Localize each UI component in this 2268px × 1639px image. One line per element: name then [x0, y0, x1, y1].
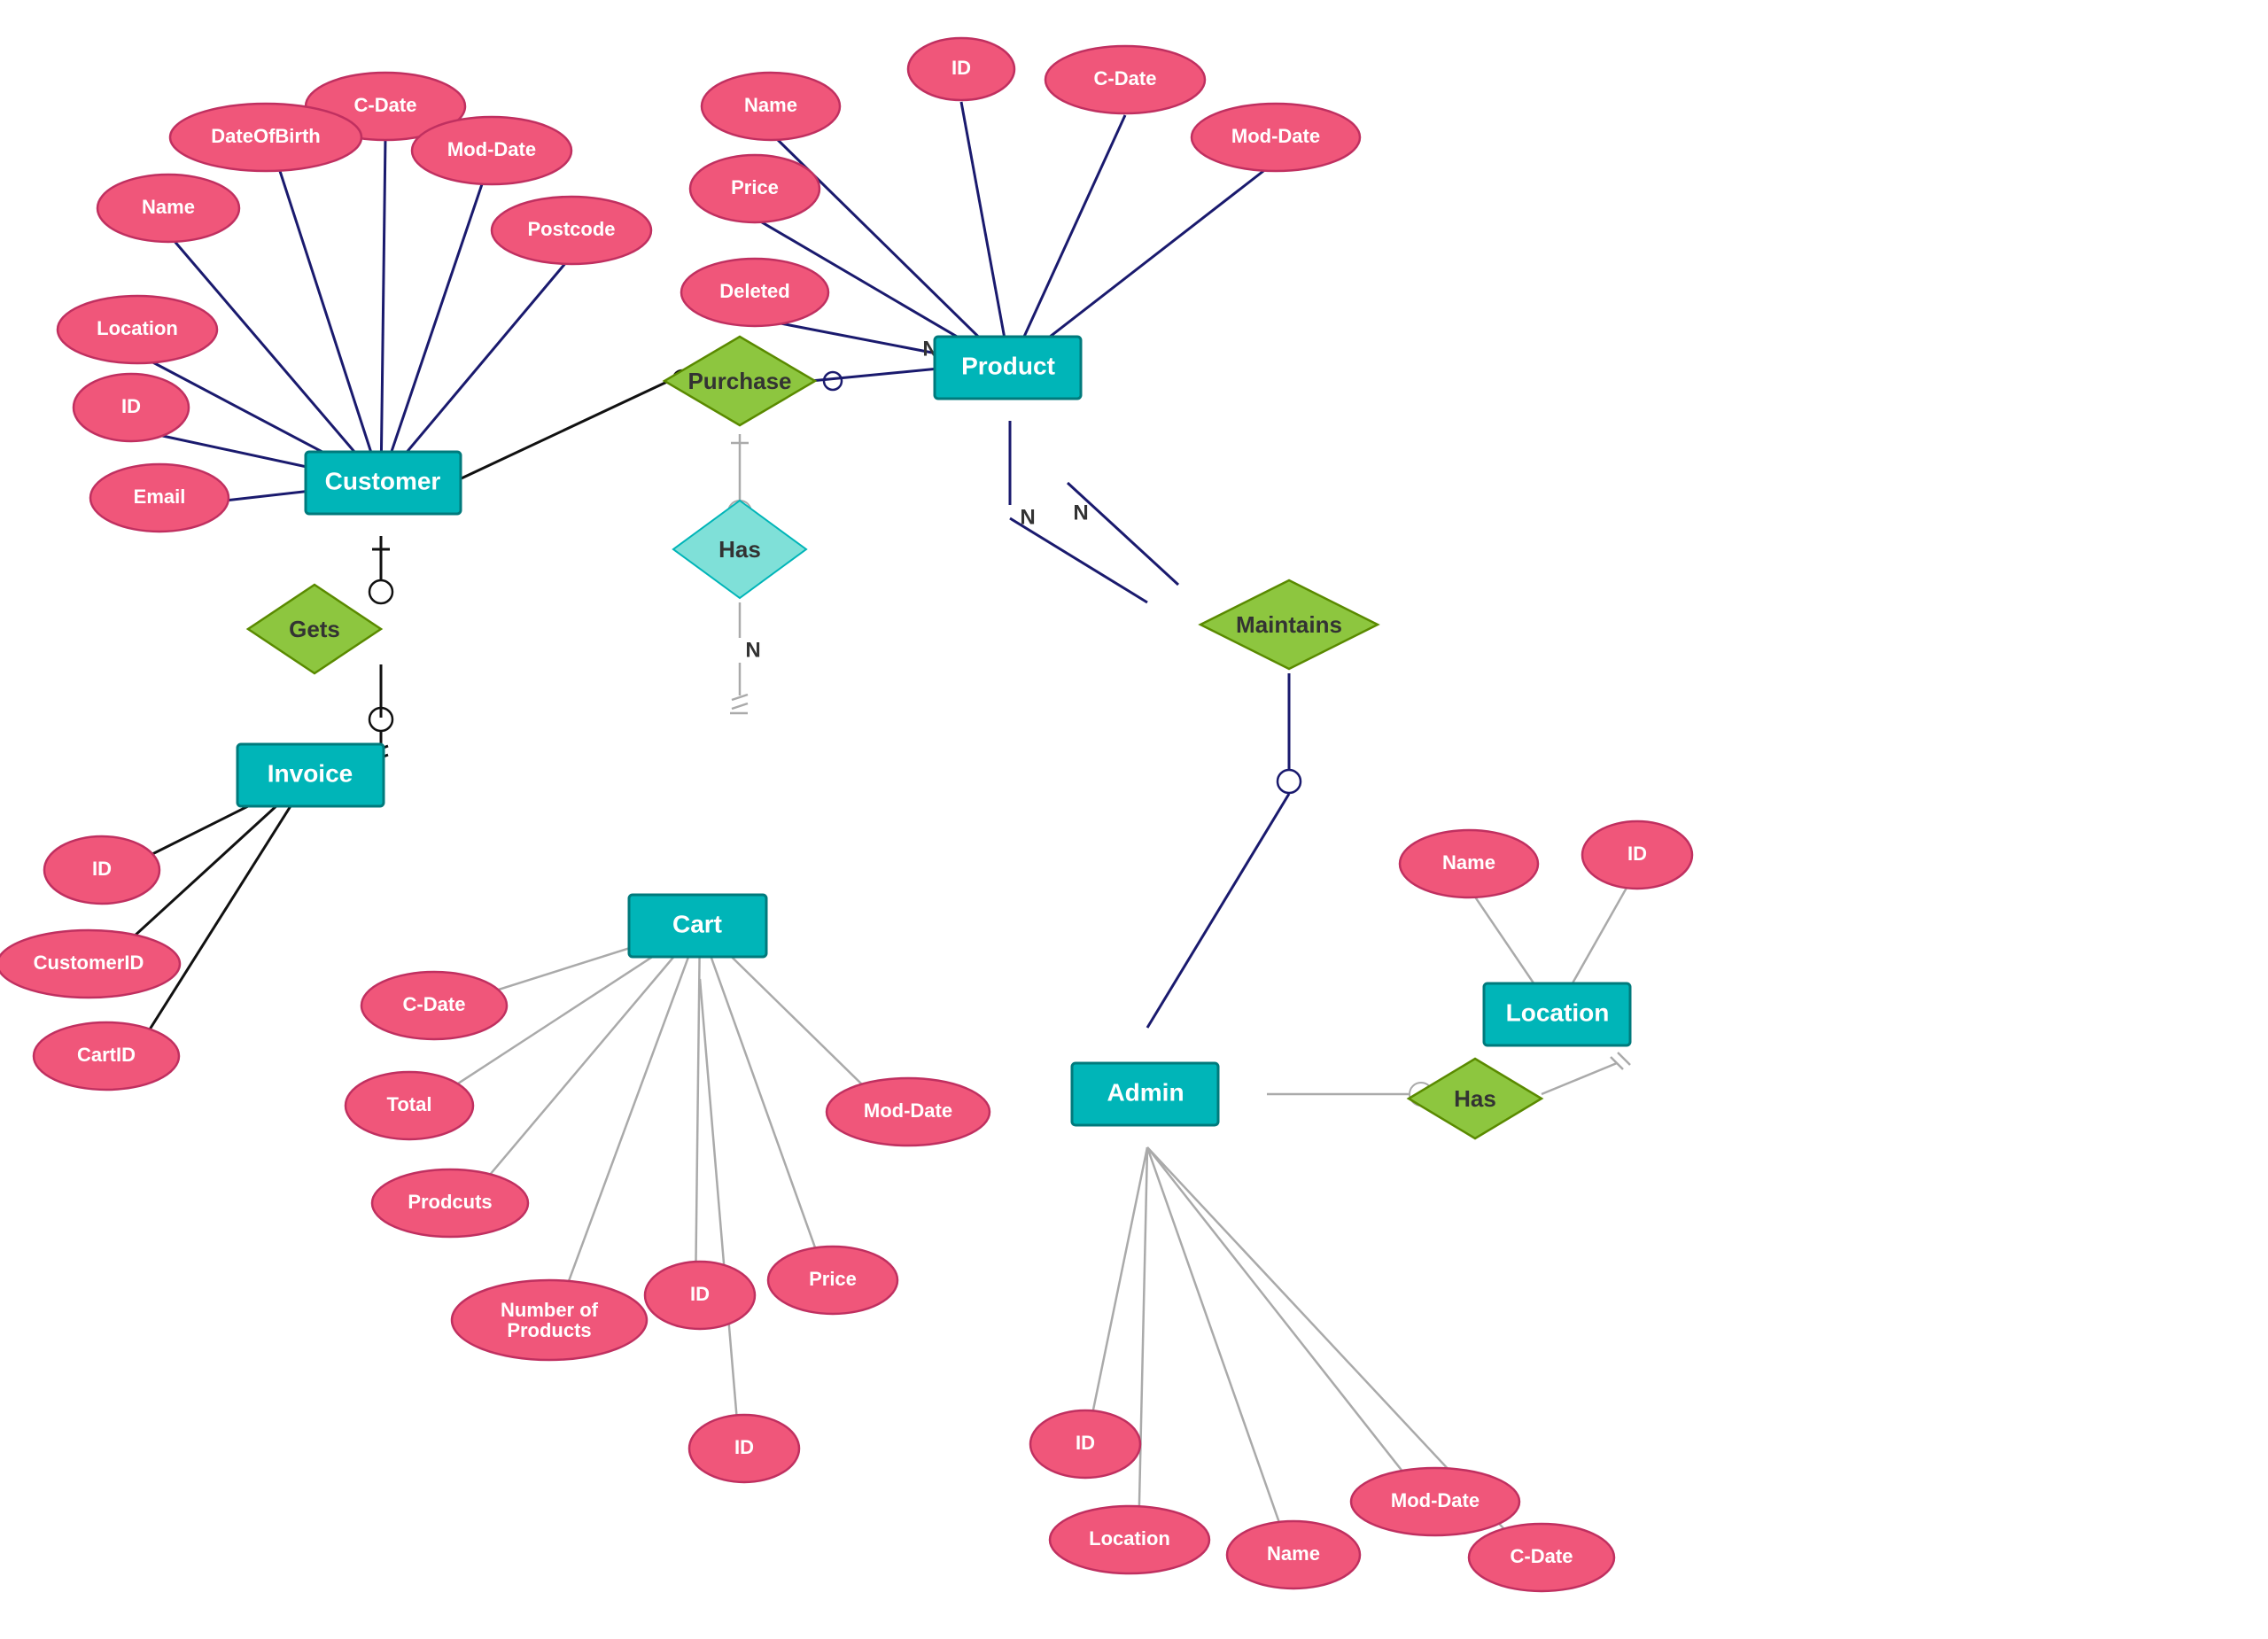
product-attr-deleted-label: Deleted [719, 280, 789, 302]
product-attr-cdate-label: C-Date [1094, 67, 1157, 89]
customer-attr-dob-label: DateOfBirth [211, 125, 320, 147]
product-attr-id-label: ID [951, 57, 971, 79]
product-attr-price-label: Price [731, 176, 779, 198]
location-attr-name-label: Name [1442, 851, 1495, 874]
invoice-attr-cartid-label: CartID [77, 1044, 136, 1066]
admin-attr-location-label: Location [1089, 1527, 1170, 1550]
customer-attr-moddate-label: Mod-Date [447, 138, 536, 160]
product-attr-moddate-label: Mod-Date [1231, 125, 1320, 147]
maintains-n-label: N [1073, 501, 1088, 524]
has2-label: Has [1454, 1085, 1496, 1112]
gets-label: Gets [289, 616, 340, 642]
invoice-attr-customerid-label: CustomerID [34, 952, 144, 974]
has-cart-n-label: N [745, 638, 760, 662]
invoice-entity-label: Invoice [268, 759, 353, 787]
cart-attr-price-label: Price [809, 1268, 857, 1290]
product-entity-label: Product [961, 352, 1055, 379]
cart-attr-cdate-label: C-Date [403, 993, 466, 1015]
customer-attr-postcode-label: Postcode [527, 218, 615, 240]
cart-attr-numproducts-label2: Products [507, 1319, 591, 1341]
customer-attr-cdate-label: C-Date [354, 94, 417, 116]
admin-attr-name-label: Name [1267, 1542, 1320, 1565]
cart-attr-id2-label: ID [734, 1436, 754, 1458]
customer-attr-email-label: Email [134, 485, 186, 508]
admin-attr-id-label: ID [1076, 1432, 1095, 1454]
purchase-label: Purchase [687, 368, 791, 394]
cart-attr-total-label: Total [387, 1093, 432, 1115]
admin-attr-moddate-label: Mod-Date [1391, 1489, 1480, 1511]
admin-attr-cdate-label: C-Date [1511, 1545, 1573, 1567]
customer-entity-label: Customer [325, 467, 441, 494]
has1-label: Has [718, 536, 761, 563]
location-entity-label: Location [1506, 998, 1610, 1026]
admin-entity-label: Admin [1107, 1078, 1184, 1106]
invoice-attr-id-label: ID [92, 858, 112, 880]
location-attr-id-label: ID [1627, 843, 1647, 865]
cart-attr-id-label: ID [690, 1283, 710, 1305]
customer-attr-location-label: Location [97, 317, 178, 339]
maintains-label: Maintains [1236, 611, 1342, 638]
cart-attr-moddate-label: Mod-Date [864, 1099, 952, 1122]
cart-entity-label: Cart [672, 910, 722, 937]
customer-attr-name-label: Name [142, 196, 195, 218]
er-diagram: N N N N [0, 0, 2268, 1639]
cart-attr-numproducts-label: Number of [501, 1299, 599, 1321]
product-attr-name-label: Name [744, 94, 797, 116]
customer-attr-id-label: ID [121, 395, 141, 417]
cart-attr-products-label: Prodcuts [408, 1191, 492, 1213]
